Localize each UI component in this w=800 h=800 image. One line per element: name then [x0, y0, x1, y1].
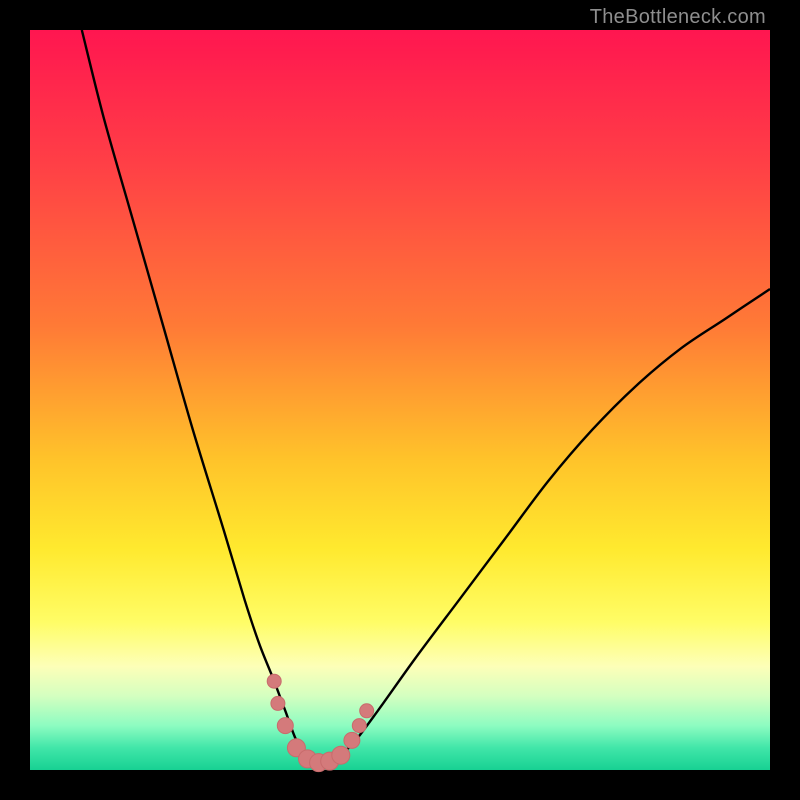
curve-marker — [332, 746, 350, 764]
bottleneck-curve-svg — [30, 30, 770, 770]
chart-frame — [30, 30, 770, 770]
curve-marker-group — [267, 674, 374, 771]
curve-marker — [267, 674, 281, 688]
curve-marker — [360, 704, 374, 718]
curve-marker — [352, 719, 366, 733]
curve-marker — [271, 696, 285, 710]
watermark-text: TheBottleneck.com — [590, 6, 766, 29]
curve-marker — [277, 718, 293, 734]
curve-marker — [344, 732, 360, 748]
bottleneck-curve-path — [82, 30, 770, 764]
